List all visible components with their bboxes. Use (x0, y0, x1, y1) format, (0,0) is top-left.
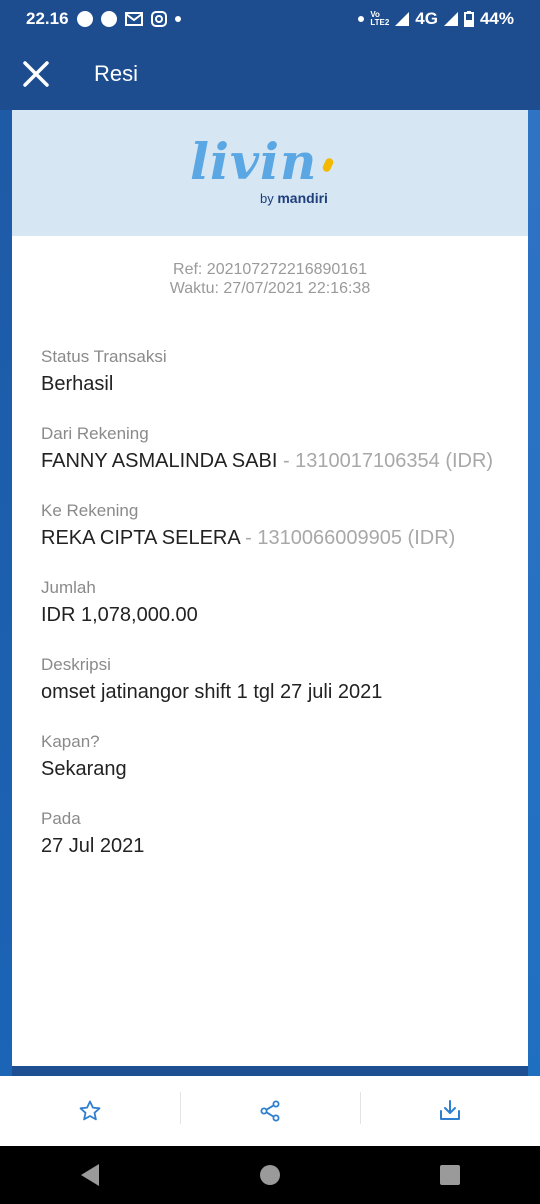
logo-accent (321, 156, 335, 174)
home-button[interactable] (240, 1146, 300, 1204)
favorite-button[interactable] (0, 1076, 180, 1146)
field-value-text: Berhasil (41, 373, 114, 395)
field-label: Ke Rekening (41, 501, 139, 520)
field-value-text: FANNY ASMALINDA SABI (41, 450, 278, 472)
field-value-text: omset jatinangor shift 1 tgl 27 juli 202… (41, 681, 383, 703)
field-value: omset jatinangor shift 1 tgl 27 juli 202… (41, 677, 499, 707)
page-title: Resi (94, 61, 139, 86)
share-button[interactable] (180, 1076, 360, 1146)
logo-text: livin (190, 132, 318, 191)
instagram-icon (150, 11, 167, 27)
signal-icon-2 (443, 12, 458, 26)
more-notifications-icon (174, 16, 181, 22)
download-button[interactable] (360, 1076, 540, 1146)
receipt-fields: Status Transaksi Berhasil Dari Rekening … (12, 345, 528, 861)
reference-number: Ref: 202107272216890161 (173, 261, 367, 278)
field-label: Dari Rekening (41, 424, 149, 443)
field-date: Pada 27 Jul 2021 (41, 807, 499, 861)
logo-subtext: by mandiri (260, 190, 328, 206)
reference-block: Ref: 202107272216890161 Waktu: 27/07/202… (12, 260, 528, 298)
app-notification-icon (76, 11, 93, 27)
background-right (528, 110, 540, 1076)
field-value-text: IDR 1,078,000.00 (41, 604, 198, 626)
field-value-secondary: - 1310066009905 (IDR) (239, 527, 456, 549)
background-left (0, 110, 12, 1076)
field-value: 27 Jul 2021 (41, 831, 499, 861)
field-description: Deskripsi omset jatinangor shift 1 tgl 2… (41, 653, 499, 707)
field-value-text: 27 Jul 2021 (41, 835, 145, 857)
field-value: IDR 1,078,000.00 (41, 600, 499, 630)
field-to-account: Ke Rekening REKA CIPTA SELERA - 13100660… (41, 499, 499, 553)
receipt-card: livin by mandiri Ref: 202107272216890161… (12, 110, 528, 1066)
back-button[interactable] (60, 1146, 120, 1204)
field-value: FANNY ASMALINDA SABI - 1310017106354 (ID… (41, 446, 499, 476)
field-label: Jumlah (41, 578, 96, 597)
volte-icon: Vo LTE2 (370, 10, 390, 27)
gmail-icon (124, 12, 143, 26)
circle-notification-icon (100, 11, 117, 27)
field-value-text: REKA CIPTA SELERA (41, 527, 240, 549)
field-amount: Jumlah IDR 1,078,000.00 (41, 576, 499, 630)
field-value-text: Sekarang (41, 758, 127, 780)
battery-percent: 44% (479, 9, 514, 28)
livin-logo: livin by mandiri (190, 128, 350, 218)
share-icon (260, 1100, 280, 1122)
app-bar: Resi (0, 38, 540, 110)
transaction-time: Waktu: 27/07/2021 22:16:38 (169, 280, 371, 297)
status-time: 22.16 (26, 9, 69, 28)
battery-icon (463, 11, 474, 27)
status-bar: 22.16 Vo LTE2 4G 44% (0, 0, 540, 38)
field-label: Kapan? (41, 732, 100, 751)
receipt-header: livin by mandiri (12, 110, 528, 236)
back-triangle-icon (81, 1164, 99, 1186)
field-label: Pada (41, 809, 81, 828)
field-value: Berhasil (41, 369, 499, 399)
bottom-action-bar (0, 1076, 540, 1146)
logo-brand: mandiri (277, 190, 328, 206)
field-when: Kapan? Sekarang (41, 730, 499, 784)
logo-by: by (260, 191, 274, 206)
close-icon (23, 61, 49, 87)
home-circle-icon (260, 1165, 280, 1185)
network-type: 4G (415, 9, 438, 28)
field-label: Deskripsi (41, 655, 111, 674)
field-value-secondary: - 1310017106354 (IDR) (277, 450, 494, 472)
close-button[interactable] (0, 38, 72, 110)
field-value: Sekarang (41, 754, 499, 784)
field-value: REKA CIPTA SELERA - 1310066009905 (IDR) (41, 523, 499, 553)
download-icon (440, 1100, 460, 1120)
recents-square-icon (440, 1165, 460, 1185)
dot-icon (358, 16, 365, 22)
signal-icon (395, 12, 410, 26)
system-nav-bar (0, 1146, 540, 1204)
field-label: Status Transaksi (41, 347, 167, 366)
star-icon (79, 1100, 101, 1121)
recents-button[interactable] (420, 1146, 480, 1204)
field-from-account: Dari Rekening FANNY ASMALINDA SABI - 131… (41, 422, 499, 476)
field-status: Status Transaksi Berhasil (41, 345, 499, 399)
